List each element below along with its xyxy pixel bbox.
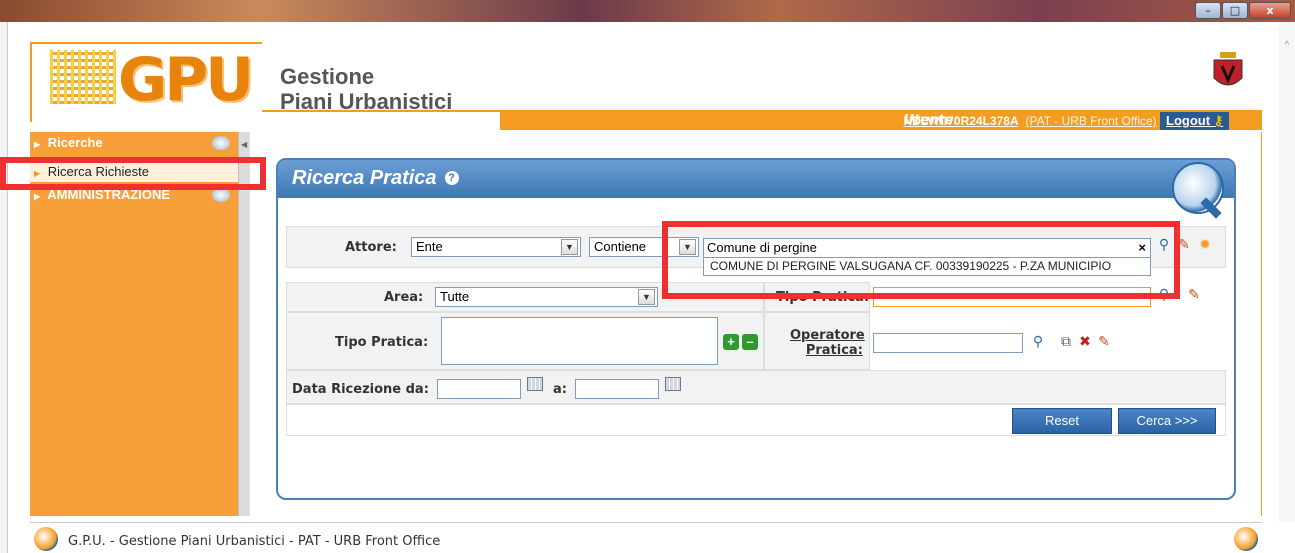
tipo-pratica-label: Tipo Pratica: — [335, 335, 429, 350]
tipo-pratica-list[interactable] — [441, 317, 718, 365]
area-label: Area: — [384, 290, 424, 305]
app-title-line1: Gestione — [280, 64, 375, 89]
window-left-edge — [0, 22, 8, 553]
app-title: Gestione Piani Urbanistici — [280, 64, 452, 114]
window-controls: – □ x — [1195, 2, 1291, 19]
search-icon[interactable]: ⚲ — [1030, 333, 1046, 349]
highlight-box-search — [662, 221, 1180, 299]
key-icon: ⚷ — [1213, 113, 1224, 128]
edit-icon[interactable]: ✎ — [1186, 286, 1202, 302]
close-button[interactable]: x — [1249, 2, 1291, 19]
search-magnifier-icon — [1172, 162, 1224, 219]
delete-icon[interactable]: ✖ — [1077, 333, 1093, 349]
calendar-icon[interactable] — [665, 377, 681, 391]
edit-icon[interactable]: ✎ — [1096, 333, 1112, 349]
data-ricezione-label: Data Ricezione da: — [292, 382, 429, 397]
scroll-up-arrow-icon[interactable]: ^ — [1281, 40, 1293, 52]
app-header: GPU Gestione Piani Urbanistici Utente: N… — [30, 38, 1262, 130]
attore-type-select[interactable]: Ente ▼ — [411, 237, 581, 257]
logo-map-graphic — [50, 50, 116, 104]
panel-header: Ricerca Pratica? — [278, 160, 1234, 198]
user-label: Utente: — [903, 113, 959, 128]
data-da-input[interactable] — [437, 379, 521, 399]
add-icon[interactable]: + — [723, 334, 739, 350]
footer-text: G.P.U. - Gestione Piani Urbanistici - PA… — [68, 534, 441, 549]
search-button[interactable]: Cerca >>> — [1118, 408, 1216, 434]
section-icon — [212, 136, 230, 150]
minimize-button[interactable]: – — [1195, 2, 1221, 19]
app-footer-icon-right — [1234, 527, 1258, 551]
status-footer: G.P.U. - Gestione Piani Urbanistici - PA… — [30, 522, 1262, 553]
app-footer-icon — [34, 527, 58, 551]
attore-label: Attore: — [345, 240, 397, 255]
sidebar-section-ricerche[interactable]: ▶ Ricerche — [30, 132, 238, 154]
attore-type-value: Ente — [416, 239, 443, 254]
settings-icon[interactable]: ✹ — [1197, 236, 1213, 252]
sidebar-section-label: Ricerche — [47, 135, 103, 150]
area-value: Tutte — [440, 289, 470, 304]
logout-label: Logout — [1166, 113, 1211, 128]
reset-button[interactable]: Reset — [1012, 408, 1112, 434]
window-titlebar: – □ x — [0, 0, 1295, 22]
user-role-link[interactable]: (PAT - URB Front Office) — [1026, 114, 1157, 128]
expand-arrow-icon: ▶ — [34, 192, 41, 201]
panel-title-text: Ricerca Pratica — [292, 167, 437, 189]
expand-arrow-icon: ▶ — [34, 140, 41, 149]
match-operator-value: Contiene — [594, 239, 647, 254]
operatore-label-line2: Pratica: — [805, 343, 863, 358]
data-a-input[interactable] — [575, 379, 659, 399]
gear-icon — [212, 188, 230, 202]
collapse-arrow-icon[interactable]: ◀ — [241, 140, 247, 149]
app-logo[interactable]: GPU — [118, 48, 254, 112]
copy-icon[interactable]: ⧉ — [1058, 333, 1074, 349]
remove-icon[interactable]: – — [742, 334, 758, 350]
operatore-label-line1: Operatore — [790, 328, 865, 343]
maximize-button[interactable]: □ — [1222, 2, 1248, 19]
operatore-input[interactable] — [873, 333, 1023, 353]
help-icon[interactable]: ? — [444, 171, 459, 185]
calendar-icon[interactable] — [527, 377, 543, 391]
operatore-label[interactable]: Operatore Pratica: — [790, 328, 865, 358]
chevron-down-icon[interactable]: ▼ — [561, 239, 578, 255]
chevron-down-icon[interactable]: ▼ — [638, 289, 655, 305]
logout-link[interactable]: Logout ⚷ — [1160, 112, 1230, 130]
area-select[interactable]: Tutte ▼ — [435, 287, 658, 307]
data-a-label: a: — [553, 382, 567, 397]
user-bar: Utente: NDLVNI70R24L378A (PAT - URB Fron… — [500, 112, 1262, 130]
vertical-scrollbar[interactable] — [1279, 22, 1295, 522]
crest-icon — [1213, 52, 1243, 86]
panel-title: Ricerca Pratica? — [292, 167, 459, 190]
highlight-box-sidebar — [0, 157, 266, 190]
